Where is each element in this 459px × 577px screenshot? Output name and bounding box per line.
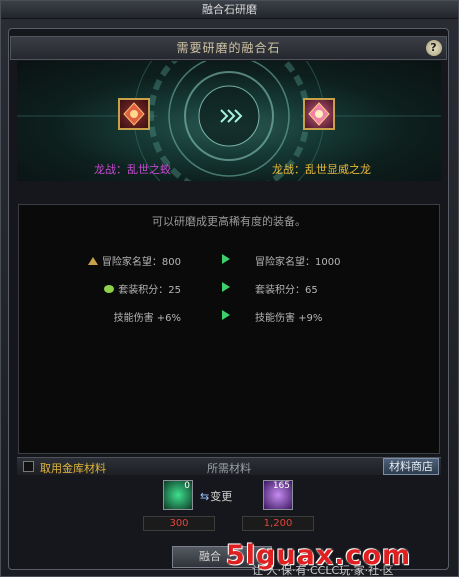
magic-circle-decoration [17,61,441,181]
stat-after: 套装积分：65 [255,285,318,296]
material-shop-button[interactable]: 材料商店 [383,458,439,475]
result-stone-slot[interactable] [303,98,335,130]
section-title: 需要研磨的融合石 [176,41,281,55]
stats-panel: 可以研磨成更高稀有度的装备。 冒险家名望：800 冒险家名望：1000 套装积分… [18,204,440,454]
material-count: 165 [272,481,290,491]
swap-icon: ⇆ [200,490,210,503]
set-points-icon [104,285,115,293]
material-slot-purple[interactable]: 165 [263,480,293,510]
stat-before: 套装积分：25 [103,281,181,296]
material-price: 300 [143,516,215,531]
section-header: 需要研磨的融合石 ? [10,36,447,60]
material-count: 0 [184,481,190,491]
material-slot-green[interactable]: 0 [163,480,193,510]
dragon-stone-icon [308,102,330,126]
stat-before: 技能伤害 +6% [113,313,181,324]
material-price: 1,200 [242,516,314,531]
result-item-name: 龙战：乱世显威之龙 [272,163,371,176]
source-item-name: 龙战：乱世之蛟 [94,163,171,176]
stats-subtitle: 可以研磨成更高稀有度的装备。 [152,215,306,228]
arrow-right-icon [222,310,230,320]
arrow-right-icon [222,282,230,292]
stat-row-fame: 冒险家名望：800 冒险家名望：1000 [19,251,439,269]
polish-scene [17,61,441,181]
materials-title: 所需材料 [207,462,251,475]
window-title: 融合石研磨 [1,1,458,19]
stat-after: 冒险家名望：1000 [255,257,341,268]
dragon-stone-icon [123,102,145,126]
help-icon[interactable]: ? [426,40,442,56]
materials-bar: 取用金库材料 所需材料 材料商店 [17,457,441,475]
swap-material-button[interactable]: ⇆变更 [200,488,232,504]
source-stone-slot[interactable] [118,98,150,130]
stat-row-skill-damage: 技能伤害 +6% 技能伤害 +9% [19,307,439,325]
watermark-subtext: 让·人·保·有·CCLC玩·家·社·区 [252,564,394,576]
arrow-right-icon [222,254,230,264]
stat-row-set-points: 套装积分：25 套装积分：65 [19,279,439,297]
stat-before: 冒险家名望：800 [87,253,181,268]
stat-after: 技能伤害 +9% [255,313,323,324]
fame-icon [87,257,98,265]
